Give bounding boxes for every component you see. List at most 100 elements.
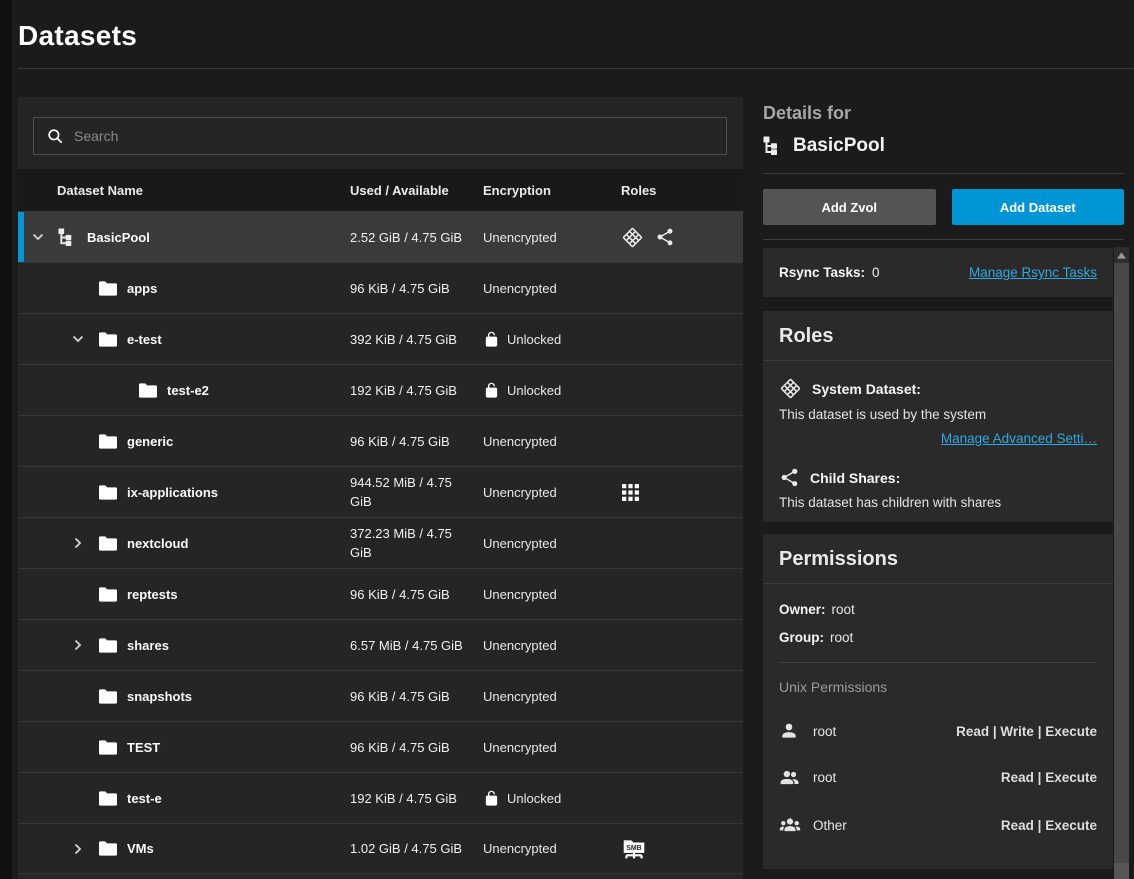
manage-rsync-tasks-link[interactable]: Manage Rsync Tasks (969, 265, 1097, 280)
table-row[interactable]: ix-applications944.52 MiB / 4.75 GiBUnen… (18, 466, 743, 517)
expander-spacer (70, 734, 98, 760)
roles-cell: SMB (613, 836, 743, 861)
encryption-value: Unencrypted (483, 689, 557, 704)
scrollbar-up-button[interactable] (1114, 247, 1129, 263)
encryption-cell: Unlocked (483, 382, 613, 399)
triangle-up-icon (1116, 251, 1127, 260)
roles-cell (613, 483, 743, 502)
lock-open-icon (483, 790, 500, 807)
dataset-name-label: generic (127, 434, 173, 449)
table-row[interactable]: apps96 KiB / 4.75 GiBUnencrypted (18, 262, 743, 313)
details-heading: Details for (763, 103, 1124, 124)
encryption-value: Unencrypted (483, 638, 557, 653)
dataset-name-label: snapshots (127, 689, 192, 704)
table-row[interactable]: test-e192 KiB / 4.75 GiBUnlocked (18, 772, 743, 823)
encryption-value: Unencrypted (483, 536, 557, 551)
permission-value: Read | Execute (1001, 818, 1097, 833)
expander-spacer (70, 581, 98, 607)
lock-open-icon (483, 382, 500, 399)
details-panel: Details for BasicPool Add Zvol Add Datas… (763, 97, 1124, 879)
folder-icon (98, 535, 118, 552)
encryption-value: Unencrypted (483, 587, 557, 602)
page-title: Datasets (18, 20, 137, 52)
search-section (18, 97, 743, 169)
encryption-cell: Unlocked (483, 331, 613, 348)
pool-icon (763, 136, 783, 156)
table-row[interactable]: VMs1.02 GiB / 4.75 GiBUnencryptedSMB (18, 823, 743, 874)
expander-spacer (70, 683, 98, 709)
chevron-right-icon[interactable] (70, 530, 98, 556)
search-box[interactable] (33, 117, 727, 155)
encryption-value: Unlocked (507, 332, 561, 347)
table-row[interactable]: reptests96 KiB / 4.75 GiBUnencrypted (18, 568, 743, 619)
svg-text:SMB: SMB (626, 845, 641, 852)
column-header-encryption: Encryption (483, 183, 613, 198)
encryption-cell: Unencrypted (483, 841, 613, 856)
search-input[interactable] (74, 128, 713, 144)
permissions-card-divider (763, 583, 1113, 584)
column-header-roles: Roles (613, 183, 743, 198)
title-divider (18, 68, 1134, 69)
people-icon (779, 767, 801, 788)
encryption-cell: Unencrypted (483, 485, 613, 500)
rsync-tasks-card: Rsync Tasks:0 Manage Rsync Tasks (763, 248, 1113, 297)
encryption-cell: Unlocked (483, 790, 613, 807)
group-value: root (830, 630, 853, 645)
roles-cell (613, 226, 743, 249)
scrollbar-thumb[interactable] (1114, 263, 1129, 863)
table-row[interactable]: e-test392 KiB / 4.75 GiBUnlocked (18, 313, 743, 364)
group-label: Group: (779, 630, 824, 645)
add-dataset-button[interactable]: Add Dataset (952, 189, 1125, 225)
unix-permission-entries: rootRead | Write | ExecuterootRead | Exe… (779, 721, 1097, 836)
child-shares-description: This dataset has children with shares (779, 495, 1097, 510)
column-header-used-available: Used / Available (350, 183, 483, 198)
chevron-right-icon[interactable] (70, 632, 98, 658)
smb-share-icon: SMB (621, 836, 647, 861)
system-dataset-icon (621, 226, 644, 249)
table-row[interactable]: BasicPool2.52 GiB / 4.75 GiBUnencrypted (18, 211, 743, 262)
dataset-name-label: apps (127, 281, 157, 296)
dataset-name-label: ix-applications (127, 485, 218, 500)
encryption-cell: Unencrypted (483, 638, 613, 653)
usage-value: 372.23 MiB / 4.75 GiB (350, 524, 483, 562)
permissions-card-title: Permissions (779, 548, 1097, 571)
table-row[interactable]: test-e2192 KiB / 4.75 GiBUnlocked (18, 364, 743, 415)
chevron-right-icon[interactable] (70, 836, 98, 862)
table-row[interactable]: TEST96 KiB / 4.75 GiBUnencrypted (18, 721, 743, 772)
folder-icon (98, 586, 118, 603)
encryption-value: Unencrypted (483, 434, 557, 449)
left-edge-strip (0, 0, 12, 879)
dataset-name-label: VMs (127, 841, 154, 856)
encryption-cell: Unencrypted (483, 740, 613, 755)
folder-icon (98, 688, 118, 705)
expander-spacer (70, 428, 98, 454)
table-row[interactable]: shares6.57 MiB / 4.75 GiBUnencrypted (18, 619, 743, 670)
permission-value: Read | Write | Execute (956, 724, 1097, 739)
rsync-tasks-count: 0 (872, 265, 880, 280)
manage-advanced-settings-link[interactable]: Manage Advanced Setti… (941, 431, 1097, 446)
dataset-name-label: reptests (127, 587, 178, 602)
owner-label: Owner: (779, 602, 826, 617)
expander-spacer (70, 275, 98, 301)
encryption-cell: Unencrypted (483, 281, 613, 296)
datasets-table-panel: Dataset Name Used / Available Encryption… (18, 97, 743, 879)
permission-entry: rootRead | Execute (779, 767, 1097, 788)
table-row[interactable]: generic96 KiB / 4.75 GiBUnencrypted (18, 415, 743, 466)
folder-icon (98, 484, 118, 501)
system-dataset-icon (779, 377, 802, 400)
chevron-down-icon[interactable] (30, 224, 58, 250)
expander-spacer (70, 479, 98, 505)
lock-open-icon (483, 331, 500, 348)
scrollbar-down-button[interactable] (1114, 863, 1129, 879)
apps-icon (621, 483, 640, 502)
encryption-value: Unlocked (507, 791, 561, 806)
folder-icon (98, 433, 118, 450)
dataset-name-label: BasicPool (87, 230, 150, 245)
permission-value: Read | Execute (1001, 770, 1097, 785)
usage-value: 192 KiB / 4.75 GiB (350, 381, 483, 400)
table-row[interactable]: nextcloud372.23 MiB / 4.75 GiBUnencrypte… (18, 517, 743, 568)
chevron-down-icon[interactable] (70, 326, 98, 352)
system-dataset-label: System Dataset: (812, 381, 921, 397)
add-zvol-button[interactable]: Add Zvol (763, 189, 936, 225)
table-row[interactable]: snapshots96 KiB / 4.75 GiBUnencrypted (18, 670, 743, 721)
